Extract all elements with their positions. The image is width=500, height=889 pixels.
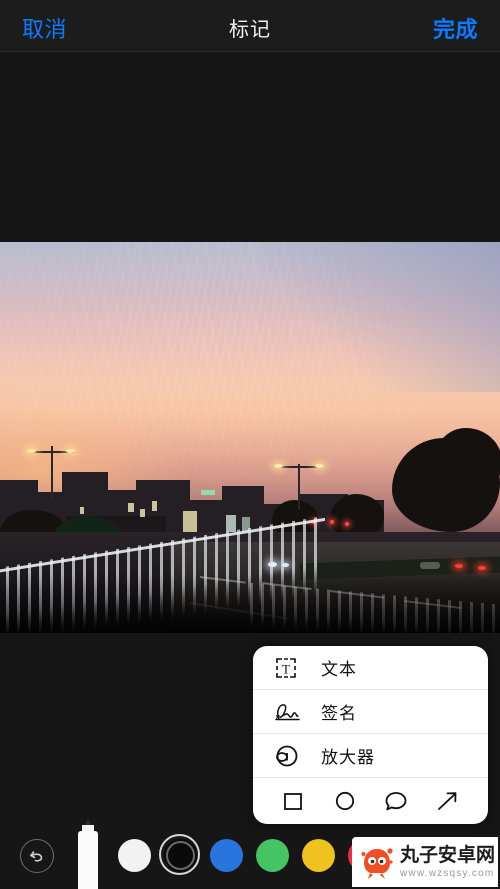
tree (432, 428, 500, 498)
site-watermark: 丸子安卓网 www.wzsqsy.com (352, 837, 498, 887)
svg-text:T: T (282, 661, 290, 676)
watermark-text: 丸子安卓网 www.wzsqsy.com (400, 845, 495, 880)
color-swatch-row (118, 834, 381, 875)
color-swatch-green[interactable] (256, 839, 289, 872)
color-swatch-yellow[interactable] (302, 839, 335, 872)
popup-item-label: 放大器 (321, 748, 375, 767)
markup-screen: 取消 标记 完成 T 文本 签名 放大器 丸子安卓网 www.wzsqsy.co… (0, 0, 500, 889)
popup-item-text[interactable]: T 文本 (253, 646, 488, 690)
page-title: 标记 (229, 19, 271, 41)
top-navigation-bar: 取消 标记 完成 (0, 0, 500, 52)
street-lamp-post (51, 446, 53, 500)
popup-item-magnifier[interactable]: 放大器 (253, 734, 488, 778)
markup-tools-popup: T 文本 签名 放大器 (253, 646, 488, 824)
circle-shape-icon[interactable] (328, 786, 362, 816)
popup-item-label: 签名 (321, 704, 357, 723)
street-lamp-light (27, 449, 36, 453)
square-shape-icon[interactable] (276, 786, 310, 816)
street-lamp-post (298, 464, 300, 510)
popup-item-signature[interactable]: 签名 (253, 690, 488, 734)
arrow-shape-icon[interactable] (431, 786, 465, 816)
car-taillight (478, 566, 486, 570)
popup-item-label: 文本 (321, 660, 357, 679)
street-lamp-light (274, 464, 283, 468)
color-swatch-black[interactable] (159, 834, 200, 875)
marker-pen-tool[interactable] (76, 819, 100, 889)
traffic-light (345, 522, 349, 526)
text-box-icon: T (273, 655, 307, 681)
street-lamp-light (66, 449, 75, 453)
done-button[interactable]: 完成 (433, 12, 478, 44)
watermark-title: 丸子安卓网 (400, 844, 496, 866)
watermark-url: www.wzsqsy.com (400, 867, 495, 879)
color-swatch-blue[interactable] (210, 839, 243, 872)
photo-image[interactable] (0, 242, 500, 633)
parked-car (420, 562, 440, 569)
signature-icon (273, 699, 307, 725)
watermark-logo-icon (361, 848, 393, 879)
traffic-light (330, 520, 334, 524)
undo-button[interactable] (20, 839, 54, 873)
sky-blue-tint (260, 242, 500, 392)
color-swatch-white[interactable] (118, 839, 151, 872)
popup-shape-row (253, 778, 488, 824)
magnifier-icon (273, 743, 307, 769)
photo-vignette (0, 573, 500, 633)
speech-bubble-shape-icon[interactable] (379, 786, 413, 816)
car-taillight (455, 564, 463, 568)
undo-icon (29, 851, 43, 862)
pen-body (78, 831, 98, 889)
street-lamp-light (315, 464, 324, 468)
